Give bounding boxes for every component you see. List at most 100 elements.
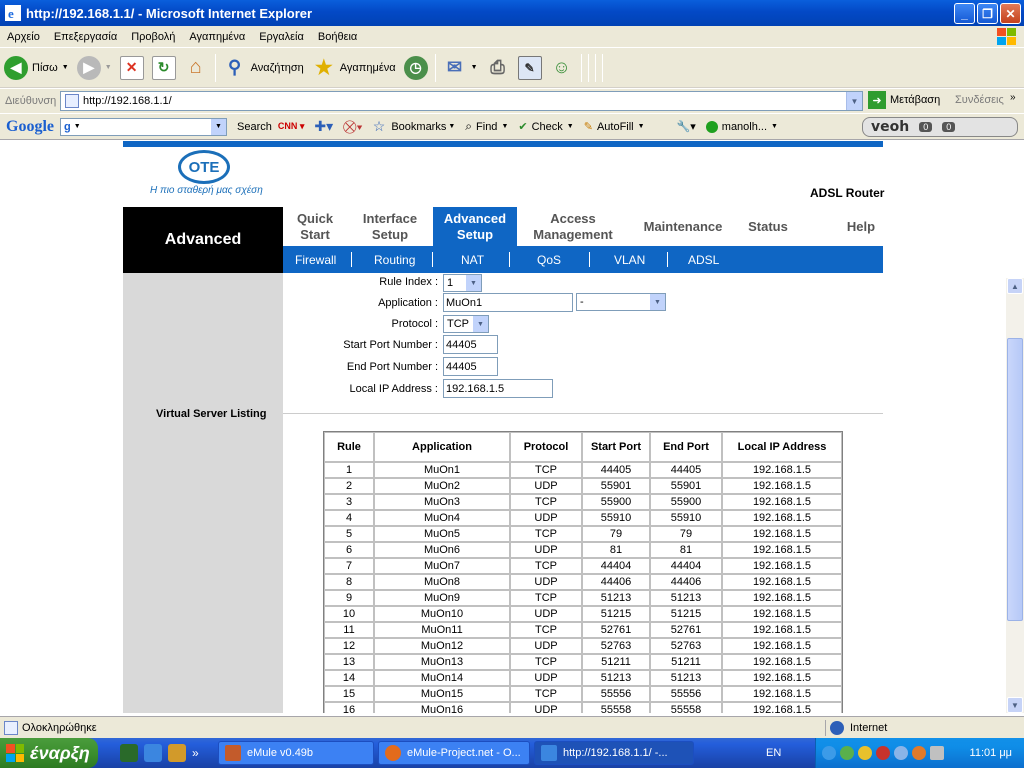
cnn-icon[interactable]: CNN ▾ — [278, 121, 305, 132]
subnav-firewall[interactable]: Firewall — [295, 246, 336, 273]
menu-tools[interactable]: Εργαλεία — [252, 31, 311, 43]
protocol-select[interactable]: TCP ▼ — [443, 315, 489, 333]
forward-button[interactable]: ▶ ▼ — [73, 51, 116, 85]
quicklaunch-app-icon[interactable] — [120, 744, 138, 762]
tray-help-icon[interactable] — [822, 746, 836, 760]
check-button[interactable]: ✔ Check ▼ — [518, 120, 573, 134]
back-button[interactable]: ◀ Πίσω ▼ — [0, 51, 73, 85]
edit-button[interactable]: ✎ — [514, 51, 546, 85]
scroll-down-icon[interactable]: ▼ — [1007, 697, 1023, 713]
menu-favorites[interactable]: Αγαπημένα — [182, 31, 252, 43]
cell-local-ip: 192.168.1.5 — [722, 542, 842, 558]
nav-access-management[interactable]: Access Management — [525, 207, 621, 246]
nav-interface-setup[interactable]: Interface Setup — [355, 207, 425, 246]
task-emule[interactable]: eMule v0.49b — [218, 741, 374, 765]
tray-shield-icon[interactable] — [858, 746, 872, 760]
favorites-button[interactable]: ★ Αγαπημένα — [308, 51, 400, 85]
search-button[interactable]: ⚲ Αναζήτηση — [219, 51, 308, 85]
cell-end-port: 79 — [650, 526, 722, 542]
task-ie[interactable]: http://192.168.1.1/ -... — [534, 741, 694, 765]
column-header: Protocol — [510, 432, 582, 462]
menu-file[interactable]: Αρχείο — [0, 31, 47, 43]
forward-dropdown-icon[interactable]: ▼ — [105, 64, 112, 71]
cell-rule: 15 — [324, 686, 374, 702]
subnav-qos[interactable]: QoS — [537, 246, 561, 273]
autofill-icon: ✎ — [583, 121, 593, 133]
tray-security-icon[interactable] — [876, 746, 890, 760]
tray-app-icon[interactable] — [912, 746, 926, 760]
tray-check-icon[interactable] — [840, 746, 854, 760]
subnav-adsl[interactable]: ADSL — [688, 246, 719, 273]
find-label: Find — [476, 120, 498, 133]
user-button[interactable]: manolh... ▼ — [705, 120, 778, 133]
restore-button[interactable]: ❐ — [977, 3, 998, 24]
rule-index-select[interactable]: 1 ▼ — [443, 274, 482, 292]
scroll-up-icon[interactable]: ▲ — [1007, 278, 1023, 294]
end-port-input[interactable]: 44405 — [443, 357, 498, 376]
language-indicator[interactable]: EN — [766, 747, 781, 759]
minimize-button[interactable]: _ — [954, 3, 975, 24]
veoh-widget[interactable]: veoh 0 0 — [862, 117, 1018, 137]
print-button[interactable]: ⎙ — [482, 51, 514, 85]
quicklaunch-ie-icon[interactable] — [144, 744, 162, 762]
google-search-button[interactable]: Search — [237, 121, 272, 133]
cell-application: MuOn10 — [374, 606, 510, 622]
tray-user-icon[interactable] — [894, 746, 908, 760]
close-button[interactable]: ✕ — [1000, 3, 1021, 24]
column-header: End Port — [650, 432, 722, 462]
menu-edit[interactable]: Επεξεργασία — [47, 31, 124, 43]
find-button[interactable]: ⌕ Find ▼ — [465, 119, 508, 134]
add-button-icon[interactable]: ✚▾ — [314, 118, 333, 135]
veoh-counter-1: 0 — [919, 122, 933, 132]
cell-end-port: 55910 — [650, 510, 722, 526]
scroll-thumb[interactable] — [1007, 338, 1023, 621]
quicklaunch-media-icon[interactable] — [168, 744, 186, 762]
tray-network-icon[interactable] — [930, 746, 944, 760]
stop-button[interactable]: ✕ — [116, 51, 148, 85]
google-g-dropdown-icon[interactable]: ▼ — [74, 123, 81, 130]
refresh-button[interactable]: ↻ — [148, 51, 180, 85]
go-button[interactable]: ➜ Μετάβαση — [868, 91, 940, 109]
mail-button[interactable]: ✉ ▼ — [439, 51, 482, 85]
cell-local-ip: 192.168.1.5 — [722, 606, 842, 622]
local-ip-input[interactable]: 192.168.1.5 — [443, 379, 553, 398]
nav-help[interactable]: Help — [831, 207, 891, 246]
menu-view[interactable]: Προβολή — [124, 31, 182, 43]
messenger-button[interactable]: ☺ — [546, 51, 578, 85]
quicklaunch-chevron-icon[interactable]: » — [192, 746, 199, 760]
google-search-dropdown-icon[interactable]: ▼ — [211, 118, 226, 135]
cell-protocol: TCP — [510, 622, 582, 638]
bookmarks-button[interactable]: ☆ Bookmarks ▼ — [373, 118, 456, 135]
mail-dropdown-icon[interactable]: ▼ — [471, 64, 478, 71]
links-chevron-icon[interactable]: » — [1010, 92, 1016, 103]
subnav-nat[interactable]: NAT — [461, 246, 484, 273]
address-input[interactable]: http://192.168.1.1/ ▼ — [60, 91, 863, 111]
task-firefox[interactable]: eMule-Project.net - O... — [378, 741, 530, 765]
application-input[interactable]: MuOn1 — [443, 293, 573, 312]
cell-local-ip: 192.168.1.5 — [722, 510, 842, 526]
settings-wrench-icon[interactable]: 🔧▾ — [677, 120, 696, 133]
cell-end-port: 51213 — [650, 590, 722, 606]
history-button[interactable]: ◷ — [400, 51, 432, 85]
nav-advanced-setup[interactable]: Advanced Setup — [433, 207, 517, 246]
home-icon: ⌂ — [189, 56, 202, 78]
menu-help[interactable]: Βοήθεια — [311, 31, 364, 43]
nav-quick-start[interactable]: Quick Start — [283, 207, 347, 246]
start-button[interactable]: έναρξη — [0, 738, 98, 768]
nav-maintenance[interactable]: Maintenance — [635, 207, 731, 246]
nav-status[interactable]: Status — [739, 207, 797, 246]
popup-blocker-icon[interactable]: ⛒▾ — [343, 119, 363, 135]
google-search-input[interactable]: g ▼ ▼ — [60, 117, 227, 136]
start-port-input[interactable]: 44405 — [443, 335, 498, 354]
links-label[interactable]: Συνδέσεις — [955, 94, 1004, 106]
subnav-vlan[interactable]: VLAN — [614, 246, 645, 273]
google-logo-text: Google — [6, 117, 54, 135]
emule-icon — [225, 745, 241, 761]
vertical-scrollbar[interactable]: ▲ ▼ — [1006, 278, 1024, 713]
back-dropdown-icon[interactable]: ▼ — [62, 64, 69, 71]
application-preset-select[interactable]: - ▼ — [576, 293, 666, 311]
autofill-button[interactable]: ✎ AutoFill ▼ — [583, 120, 645, 134]
subnav-routing[interactable]: Routing — [374, 246, 415, 273]
address-dropdown-icon[interactable]: ▼ — [846, 92, 862, 110]
home-button[interactable]: ⌂ — [180, 51, 212, 85]
